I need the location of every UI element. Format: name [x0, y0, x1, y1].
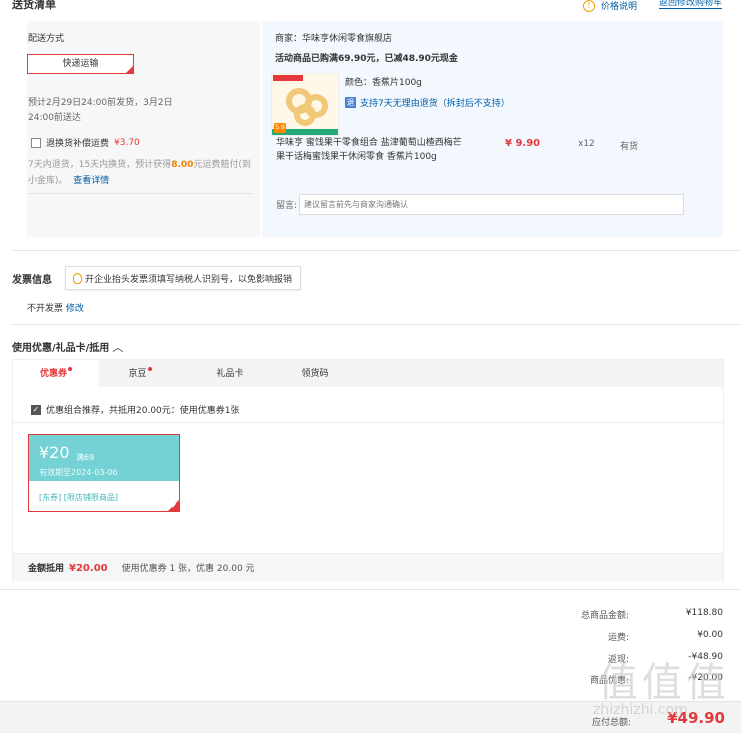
coupon-expiry: 有效期至2024-03-06	[39, 468, 118, 477]
return-insurance-desc: 7天内退货，15天内换货，预计获得8.00元运费赔付(到小金库)。 查看详情	[28, 157, 256, 189]
new-dot-icon	[147, 367, 152, 371]
product-name[interactable]: 华味亨 蜜饯果干零食组合 盐津葡萄山楂西梅芒果干话梅蜜饯果干休闲零食 香蕉片10…	[276, 136, 466, 164]
invoice-title: 发票信息	[12, 275, 52, 286]
check-icon: ✔	[171, 502, 177, 510]
back-to-cart-link[interactable]: 返回修改购物车	[659, 0, 723, 9]
coupon-summary-desc: 使用优惠券 1 张，优惠 20.00 元	[121, 564, 255, 574]
divider	[27, 193, 253, 194]
invoice-value: 不开发票 修改	[27, 301, 84, 314]
coupon-title-text: 使用优惠/礼品卡/抵用	[12, 343, 110, 354]
return-policy-text: 支持7天无理由退货（拆封后不支持）	[360, 99, 510, 109]
watermark-logo: 值值值	[598, 660, 730, 706]
invoice-value-text: 不开发票	[27, 304, 64, 314]
return-policy: 退 支持7天无理由退货（拆封后不支持）	[345, 96, 510, 109]
shipping-label: 配送方式	[28, 34, 65, 44]
combo-label: 优惠组合推荐，共抵用20.00元：使用优惠券1张	[46, 406, 240, 416]
return-insurance-label: 退换货补偿运费	[46, 139, 110, 149]
product-thumbnail[interactable]: 5.9	[271, 73, 339, 136]
chevron-up-icon: ︿	[112, 341, 124, 354]
new-dot-icon	[68, 367, 72, 371]
note-label: 留言:	[276, 201, 298, 211]
section-title-shipping-list: 送货清单	[12, 0, 56, 11]
summary-value-shipping: ¥0.00	[697, 630, 723, 640]
promo-text: 活动商品已购满69.90元，已减48.90元现金	[275, 54, 458, 64]
tab-label: 领货码	[301, 369, 329, 379]
divider	[12, 250, 741, 251]
tab-jd-beans[interactable]: 京豆	[100, 360, 180, 388]
coupon-amount: ¥20	[39, 443, 70, 462]
tab-goods-code[interactable]: 领货码	[270, 360, 360, 388]
eta-line-1: 预计2月29日24:00前发货，3月2日	[28, 98, 173, 108]
product-price: ¥ 9.90	[505, 138, 541, 149]
summary-value-total: ¥118.80	[685, 608, 723, 618]
coupon-section-title[interactable]: 使用优惠/礼品卡/抵用 ︿	[12, 339, 123, 355]
product-quantity: x12	[578, 139, 595, 149]
coupon-threshold: 满69	[76, 453, 95, 462]
summary-label-shipping: 运费:	[607, 633, 629, 643]
coupon-summary-amount: ¥20.00	[69, 563, 108, 574]
lightbulb-icon	[73, 272, 82, 284]
price-info-link[interactable]: ! 价格说明	[583, 0, 637, 12]
delivery-eta: 预计2月29日24:00前发货，3月2日 24:00前送达	[28, 96, 173, 126]
eta-line-2: 24:00前送达	[28, 113, 81, 123]
summary-label-total: 总商品金额:	[580, 611, 629, 621]
ins-desc-amount: 8.00	[171, 160, 194, 170]
express-shipping-option[interactable]: 快递运输 ✔	[27, 54, 134, 74]
divider	[12, 324, 741, 325]
return-insurance-price: ¥3.70	[114, 137, 140, 148]
invoice-tip: 开企业抬头发票须填写纳税人识别号，以免影响报销	[65, 266, 301, 290]
thumb-banner	[273, 75, 303, 81]
invoice-tip-text: 开企业抬头发票须填写纳税人识别号，以免影响报销	[85, 274, 293, 285]
express-shipping-label: 快递运输	[62, 59, 99, 69]
ins-desc-a: 7天内退货，15天内换货，预计获得	[28, 160, 172, 170]
merchant-name[interactable]: 商家：华味亨休闲零食旗舰店	[275, 31, 392, 44]
divider	[0, 589, 741, 590]
tab-label: 礼品卡	[216, 369, 244, 379]
divider	[13, 422, 723, 423]
details-link[interactable]: 查看详情	[73, 176, 109, 186]
check-icon: ✔	[127, 62, 133, 69]
combo-checkbox[interactable]: ✓	[31, 404, 41, 415]
return-insurance-row[interactable]: 退换货补偿运费 ¥3.70	[31, 136, 140, 149]
product-color: 颜色：香蕉片100g	[345, 78, 422, 88]
info-icon: !	[583, 0, 595, 12]
tab-gift-card[interactable]: 礼品卡	[185, 360, 275, 388]
thumb-badge: 5.9	[274, 123, 286, 133]
price-info-label: 价格说明	[601, 2, 638, 12]
return-insurance-checkbox[interactable]	[31, 137, 41, 148]
note-input[interactable]	[299, 194, 684, 215]
tab-coupon[interactable]: 优惠券	[13, 360, 99, 388]
tab-label: 京豆	[128, 369, 147, 379]
invoice-edit-link[interactable]: 修改	[66, 304, 84, 314]
coupon-summary: 金额抵用 ¥20.00 使用优惠券 1 张，优惠 20.00 元	[28, 561, 255, 574]
coupon-scope: [东券] [限店铺限商品]	[39, 493, 119, 502]
coupon-summary-label: 金额抵用	[28, 564, 65, 574]
thumb-ring	[294, 104, 316, 126]
tab-label: 优惠券	[39, 369, 67, 379]
watermark-url: zhizhizhi.com	[593, 702, 688, 718]
return-policy-icon: 退	[345, 97, 356, 108]
combo-recommend-row[interactable]: ✓ 优惠组合推荐，共抵用20.00元：使用优惠券1张	[31, 403, 240, 416]
product-stock: 有货	[620, 142, 639, 152]
